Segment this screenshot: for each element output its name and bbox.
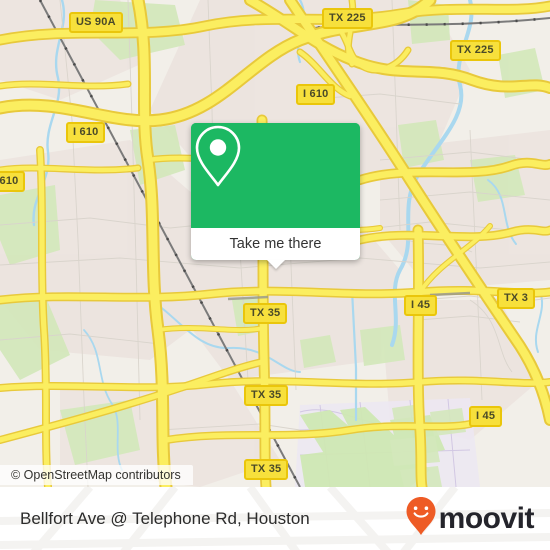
moovit-logo[interactable]: moovit xyxy=(405,487,535,550)
moovit-wordmark: moovit xyxy=(438,501,535,535)
shield-tx-225-north: TX 225 xyxy=(322,8,373,29)
shield-i-610-edge: I 610 xyxy=(0,171,26,192)
shield-i-610-center: I 610 xyxy=(296,84,336,105)
shield-i-45-mid: I 45 xyxy=(404,295,438,316)
shield-tx-35-mid: TX 35 xyxy=(244,385,289,406)
map-canvas[interactable]: US 90A TX 225 TX 225 I 610 I 610 I 610 T… xyxy=(0,0,550,487)
callout-marker-area xyxy=(191,123,360,228)
moovit-pin-smile-icon xyxy=(405,496,437,541)
shield-tx-35-upper: TX 35 xyxy=(243,303,288,324)
callout-pointer-tail xyxy=(266,260,285,269)
shield-tx-225-east: TX 225 xyxy=(450,40,501,61)
callout-action-bar[interactable]: Take me there xyxy=(191,228,360,260)
shield-tx-3: TX 3 xyxy=(497,288,536,309)
station-title-text: Bellfort Ave @ Telephone Rd, Houston xyxy=(20,508,310,528)
footer-bar: Bellfort Ave @ Telephone Rd, Houston moo… xyxy=(0,487,550,550)
station-title: Bellfort Ave @ Telephone Rd, Houston xyxy=(20,487,310,550)
shield-i-610-west: I 610 xyxy=(66,122,106,143)
shield-us-90a: US 90A xyxy=(69,12,123,33)
screenshot-root: US 90A TX 225 TX 225 I 610 I 610 I 610 T… xyxy=(0,0,550,550)
take-me-there-callout[interactable]: Take me there xyxy=(191,123,360,269)
shield-i-45-lower: I 45 xyxy=(469,406,503,427)
shield-tx-35-lower: TX 35 xyxy=(244,459,289,480)
take-me-there-label: Take me there xyxy=(229,236,322,252)
osm-attribution[interactable]: © OpenStreetMap contributors xyxy=(0,465,193,485)
